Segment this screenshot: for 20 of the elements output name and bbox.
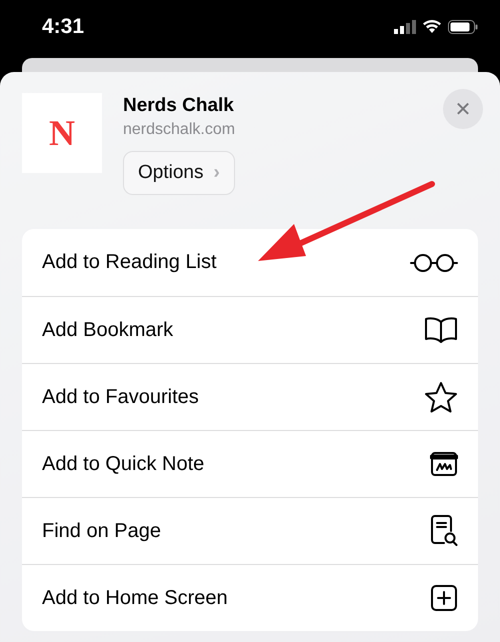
options-button[interactable]: Options › <box>123 151 235 195</box>
find-on-page-icon <box>430 515 458 547</box>
glasses-icon <box>410 252 458 274</box>
action-item[interactable]: Add to Home Screen <box>22 564 478 631</box>
site-logo: N <box>22 93 102 173</box>
battery-icon <box>448 20 478 34</box>
action-item[interactable]: Add Bookmark <box>22 296 478 363</box>
action-item[interactable]: Add to Reading List <box>22 229 478 296</box>
wifi-icon <box>422 20 442 34</box>
action-item[interactable]: Find on Page <box>22 497 478 564</box>
note-icon <box>430 451 458 477</box>
add-square-icon <box>430 584 458 612</box>
status-time: 4:31 <box>42 15 84 39</box>
site-url: nerdschalk.com <box>123 121 236 139</box>
star-icon <box>424 381 458 413</box>
book-icon <box>424 316 458 344</box>
action-item[interactable]: Add to Favourites <box>22 363 478 430</box>
action-item[interactable]: Add to Quick Note <box>22 430 478 497</box>
site-title: Nerds Chalk <box>123 95 235 117</box>
signal-icon <box>394 20 416 34</box>
